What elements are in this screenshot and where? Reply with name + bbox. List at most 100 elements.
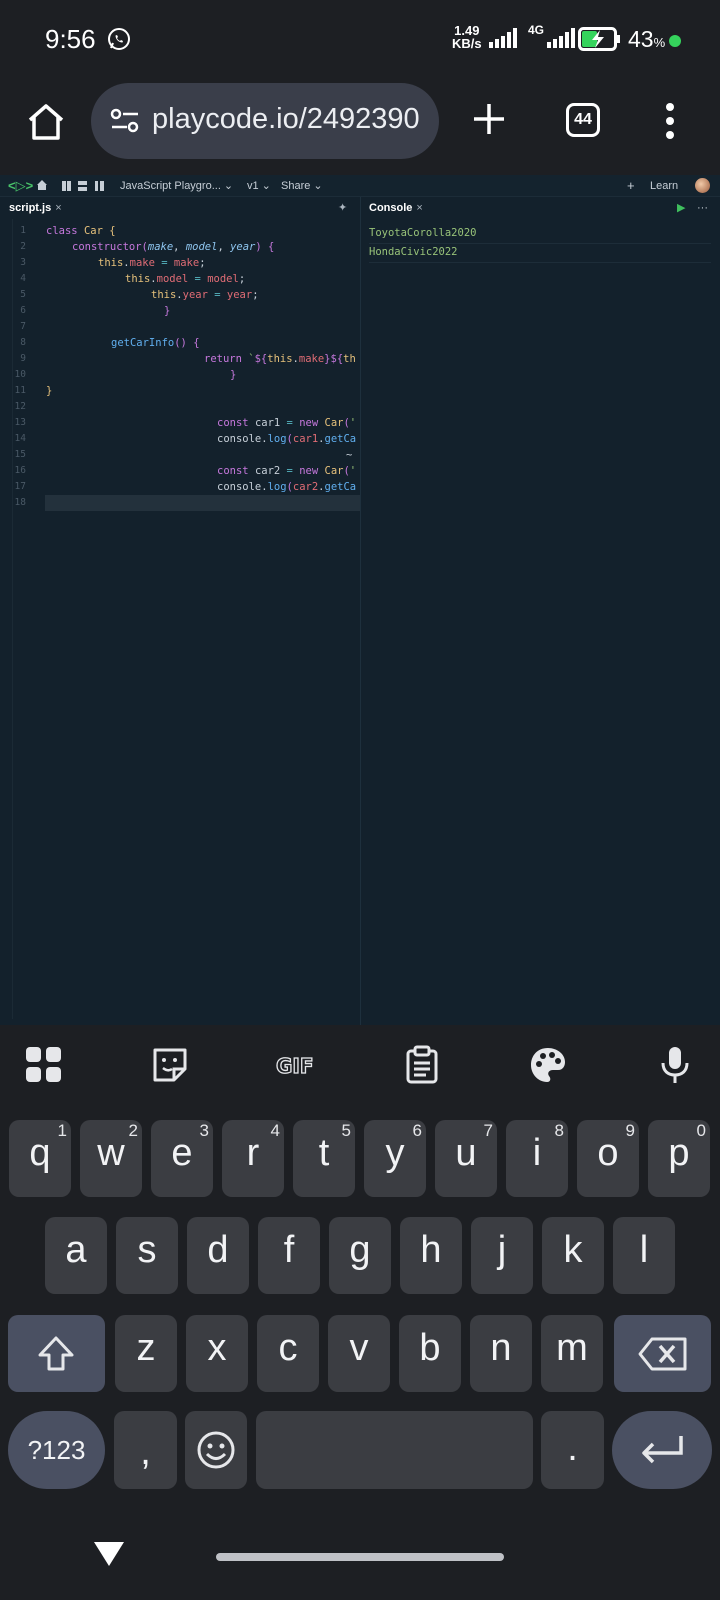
key-g[interactable]: g bbox=[329, 1217, 391, 1294]
code-line[interactable]: 4 this.model = model; bbox=[0, 271, 360, 287]
ai-sparkle-icon[interactable]: ✦ bbox=[338, 197, 347, 219]
key-t[interactable]: t5 bbox=[293, 1120, 355, 1197]
key-h[interactable]: h bbox=[400, 1217, 462, 1294]
key-y[interactable]: y6 bbox=[364, 1120, 426, 1197]
gif-icon[interactable]: GIF bbox=[274, 1045, 320, 1085]
code-line[interactable]: 16 const car2 = new Car(' bbox=[0, 463, 360, 479]
key-j[interactable]: j bbox=[471, 1217, 533, 1294]
code-line[interactable]: 14 console.log(car1.getCa bbox=[0, 431, 360, 447]
key-e[interactable]: e3 bbox=[151, 1120, 213, 1197]
hide-keyboard-icon[interactable] bbox=[92, 1540, 126, 1568]
gesture-nav-handle[interactable] bbox=[216, 1553, 504, 1561]
key-w[interactable]: w2 bbox=[80, 1120, 142, 1197]
key-label: f bbox=[283, 1229, 295, 1271]
shift-key[interactable] bbox=[8, 1315, 105, 1392]
code-text: class Car { bbox=[46, 225, 116, 237]
overflow-menu-icon[interactable] bbox=[665, 102, 675, 140]
key-c[interactable]: c bbox=[257, 1315, 319, 1392]
tab-console[interactable]: Console × bbox=[369, 197, 423, 219]
emoji-icon bbox=[197, 1431, 235, 1469]
key-s[interactable]: s bbox=[116, 1217, 178, 1294]
key-x[interactable]: x bbox=[186, 1315, 248, 1392]
project-menu[interactable]: JavaScript Playgro... ⌄ bbox=[120, 175, 233, 197]
period-key[interactable]: . bbox=[541, 1411, 604, 1489]
avatar[interactable] bbox=[695, 178, 710, 193]
key-a[interactable]: a bbox=[45, 1217, 107, 1294]
code-line[interactable]: 10} bbox=[0, 367, 360, 383]
line-number: 11 bbox=[14, 385, 26, 396]
address-bar[interactable]: playcode.io/2492390 bbox=[91, 83, 439, 159]
apps-grid-icon[interactable] bbox=[24, 1045, 64, 1085]
key-k[interactable]: k bbox=[542, 1217, 604, 1294]
sticker-icon[interactable] bbox=[150, 1045, 190, 1085]
share-menu[interactable]: Share ⌄ bbox=[281, 175, 323, 197]
emoji-key[interactable] bbox=[185, 1411, 247, 1489]
enter-key[interactable] bbox=[612, 1411, 712, 1489]
code-line[interactable]: 17 console.log(car2.getCa bbox=[0, 479, 360, 495]
code-editor[interactable]: 1 class Car { 2 constructor(make, model, y… bbox=[0, 223, 360, 523]
version-menu[interactable]: v1 ⌄ bbox=[247, 175, 271, 197]
code-line[interactable]: 3 this.make = make; bbox=[0, 255, 360, 271]
close-icon[interactable]: × bbox=[55, 202, 61, 214]
code-line[interactable]: 13 const car1 = new Car(' bbox=[0, 415, 360, 431]
key-label: m bbox=[556, 1327, 588, 1369]
theme-palette-icon[interactable] bbox=[528, 1045, 568, 1085]
clipboard-icon[interactable] bbox=[402, 1045, 442, 1085]
key-v[interactable]: v bbox=[328, 1315, 390, 1392]
code-text: console.log(car2.getCa bbox=[217, 481, 357, 493]
key-label: l bbox=[639, 1229, 649, 1271]
key-n[interactable]: n bbox=[470, 1315, 532, 1392]
code-text: ~ bbox=[346, 449, 353, 461]
code-line[interactable]: 11} bbox=[0, 383, 360, 399]
backspace-key[interactable] bbox=[614, 1315, 711, 1392]
code-line[interactable]: 8 getCarInfo() { bbox=[0, 335, 360, 351]
code-line[interactable]: 2 constructor(make, model, year) { bbox=[0, 239, 360, 255]
close-icon[interactable]: × bbox=[416, 202, 422, 214]
code-line[interactable]: 1 class Car { bbox=[0, 223, 360, 239]
line-number: 8 bbox=[20, 337, 26, 348]
comma-key[interactable]: , bbox=[114, 1411, 177, 1489]
key-l[interactable]: l bbox=[613, 1217, 675, 1294]
key-number-hint: 7 bbox=[483, 1121, 493, 1140]
run-icon[interactable]: ▶ bbox=[677, 197, 685, 219]
learn-link[interactable]: Learn bbox=[650, 175, 678, 197]
key-o[interactable]: o9 bbox=[577, 1120, 639, 1197]
code-line[interactable]: 6} bbox=[0, 303, 360, 319]
home-icon-small[interactable] bbox=[36, 179, 48, 191]
code-line[interactable]: 15 ~ bbox=[0, 447, 360, 463]
key-number-hint: 4 bbox=[270, 1121, 280, 1140]
key-q[interactable]: q1 bbox=[9, 1120, 71, 1197]
home-icon[interactable] bbox=[24, 100, 68, 144]
new-project-button[interactable]: + bbox=[627, 175, 635, 197]
key-i[interactable]: i8 bbox=[506, 1120, 568, 1197]
code-line[interactable]: 7 bbox=[0, 319, 360, 335]
key-f[interactable]: f bbox=[258, 1217, 320, 1294]
code-line-active[interactable]: 18 bbox=[15, 495, 360, 511]
tab-script-js[interactable]: script.js × bbox=[9, 197, 62, 219]
key-label: x bbox=[207, 1327, 227, 1369]
clock: 9:56 bbox=[45, 24, 96, 54]
layout-switch-icon[interactable] bbox=[62, 181, 106, 191]
tab-switcher-button[interactable]: 44 bbox=[566, 103, 600, 137]
symbols-key[interactable]: ?123 bbox=[8, 1411, 105, 1489]
keyboard-toolbar: GIF bbox=[0, 1025, 720, 1105]
key-p[interactable]: p0 bbox=[648, 1120, 710, 1197]
url-text[interactable]: playcode.io/2492390 bbox=[152, 103, 420, 136]
code-line[interactable]: 9 return `${this.make}${th bbox=[0, 351, 360, 367]
key-d[interactable]: d bbox=[187, 1217, 249, 1294]
code-line[interactable]: 5 this.year = year; bbox=[0, 287, 360, 303]
key-b[interactable]: b bbox=[399, 1315, 461, 1392]
more-icon[interactable]: ··· bbox=[697, 197, 708, 219]
playcode-logo[interactable]: <▷> bbox=[8, 175, 33, 197]
site-settings-icon[interactable] bbox=[110, 108, 140, 134]
key-m[interactable]: m bbox=[541, 1315, 603, 1392]
space-key[interactable] bbox=[256, 1411, 533, 1489]
key-r[interactable]: r4 bbox=[222, 1120, 284, 1197]
new-tab-icon[interactable] bbox=[471, 101, 507, 137]
pane-divider[interactable] bbox=[360, 197, 361, 1025]
microphone-icon[interactable] bbox=[655, 1045, 695, 1085]
status-bar: 9:56 1.49 KB/s 4G 43% bbox=[0, 0, 720, 78]
code-line[interactable]: 12 bbox=[0, 399, 360, 415]
key-u[interactable]: u7 bbox=[435, 1120, 497, 1197]
key-z[interactable]: z bbox=[115, 1315, 177, 1392]
